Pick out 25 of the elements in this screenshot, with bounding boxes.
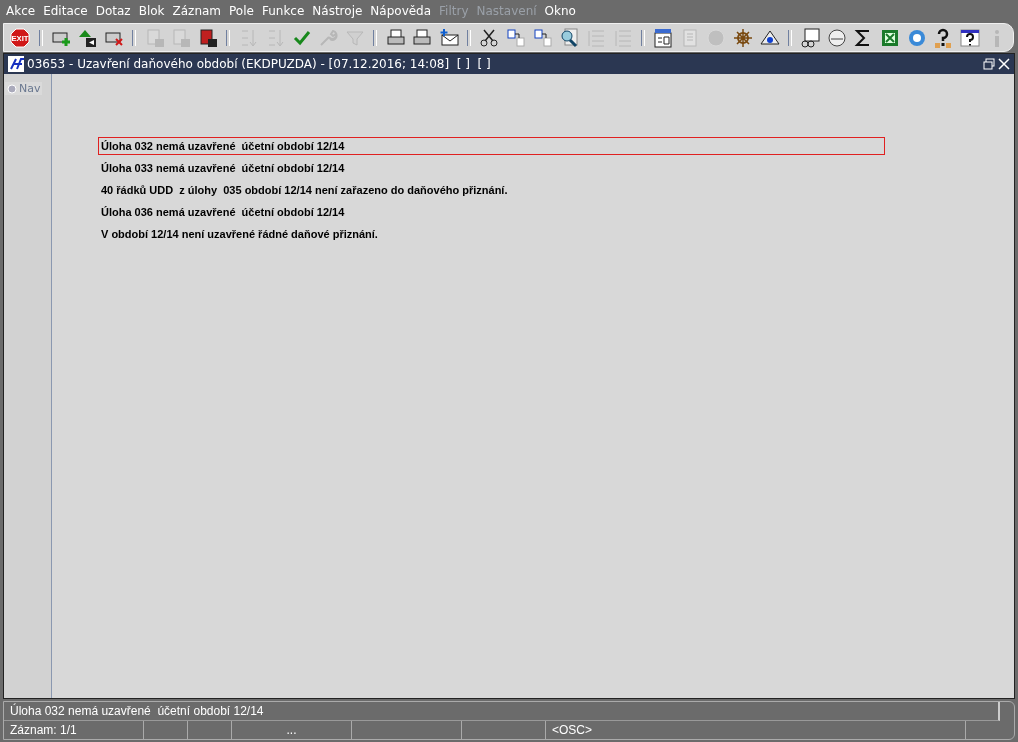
message-text[interactable]: Úloha 032 nemá uzavřené účetní období 12/14 bbox=[98, 137, 885, 155]
nav-radio[interactable]: Nav bbox=[5, 82, 43, 95]
app-logo-icon bbox=[8, 56, 24, 72]
message-text[interactable]: Úloha 033 nemá uzavřené účetní období 12/14 bbox=[98, 159, 885, 177]
menu-item[interactable]: Nástroje bbox=[308, 4, 367, 18]
message-text[interactable]: V období 12/14 není uzavřené řádné daňové přiznání. bbox=[98, 225, 885, 243]
menu-item[interactable]: Akce bbox=[2, 4, 40, 18]
toolbar-button[interactable]: EXIT bbox=[9, 25, 32, 50]
menu-item[interactable]: Okno bbox=[540, 4, 580, 18]
status-cell: Záznam: 1/1 bbox=[4, 721, 144, 739]
window-title: 03653 - Uzavření daňového období (EKDPUZDA) - [07.12.2016; 14:08] [ ] [ ] bbox=[27, 57, 492, 71]
menu-item[interactable]: Funkce bbox=[257, 4, 309, 18]
menu-item[interactable]: Záznam bbox=[168, 4, 226, 18]
status-cell: ... bbox=[232, 721, 352, 739]
menu-item[interactable]: Dotaz bbox=[91, 4, 135, 18]
menu-item[interactable]: Nápověda bbox=[366, 4, 436, 18]
close-icon[interactable] bbox=[998, 58, 1010, 70]
message-text[interactable]: 40 řádků UDD z úlohy 035 období 12/14 není zařazeno do daňového přiznání. bbox=[98, 181, 885, 199]
menu-item[interactable]: Editace bbox=[39, 4, 92, 18]
menu-item[interactable]: Pole bbox=[225, 4, 258, 18]
restore-icon[interactable] bbox=[983, 58, 995, 70]
status-message: Úloha 032 nemá uzavřené účetní období 12/14 bbox=[4, 702, 1000, 721]
status-cell: <OSC> bbox=[546, 721, 966, 739]
message-text[interactable]: Úloha 036 nemá uzavřené účetní období 12/14 bbox=[98, 203, 885, 221]
menu-item[interactable]: Blok bbox=[134, 4, 169, 18]
